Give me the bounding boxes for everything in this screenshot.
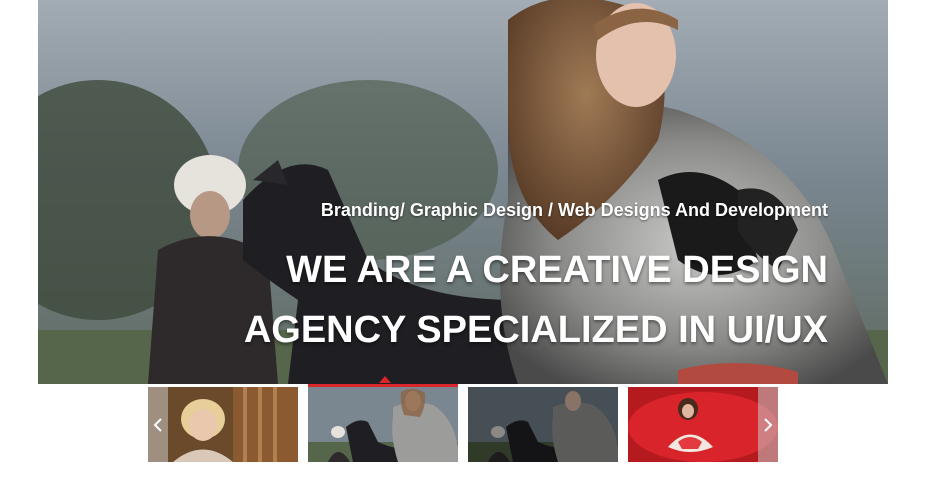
thumbnail-3[interactable] (468, 387, 618, 462)
thumbnail-4[interactable] (628, 387, 778, 462)
active-slide-pointer (379, 376, 391, 383)
thumbnail-1[interactable] (148, 387, 298, 462)
chevron-left-icon (153, 417, 162, 432)
next-thumbnails-button[interactable] (758, 387, 778, 462)
prev-thumbnails-button[interactable] (148, 387, 168, 462)
thumbnail-3-image (468, 387, 618, 462)
thumbnail-1-image (148, 387, 298, 462)
chevron-right-icon (764, 417, 773, 432)
thumbnail-2[interactable] (308, 384, 458, 462)
hero-title-line-2: AGENCY SPECIALIZED IN UI/UX (243, 309, 828, 351)
hero-title-line-1: WE ARE A CREATIVE DESIGN (286, 249, 828, 291)
hero-title: WE ARE A CREATIVE DESIGN AGENCY SPECIALI… (244, 240, 828, 360)
thumbnail-2-image (308, 387, 458, 462)
thumbnail-4-image (628, 387, 778, 462)
thumbnail-strip (148, 383, 778, 463)
hero-slide: Branding/ Graphic Design / Web Designs A… (38, 0, 888, 384)
hero-subtitle: Branding/ Graphic Design / Web Designs A… (320, 200, 828, 220)
